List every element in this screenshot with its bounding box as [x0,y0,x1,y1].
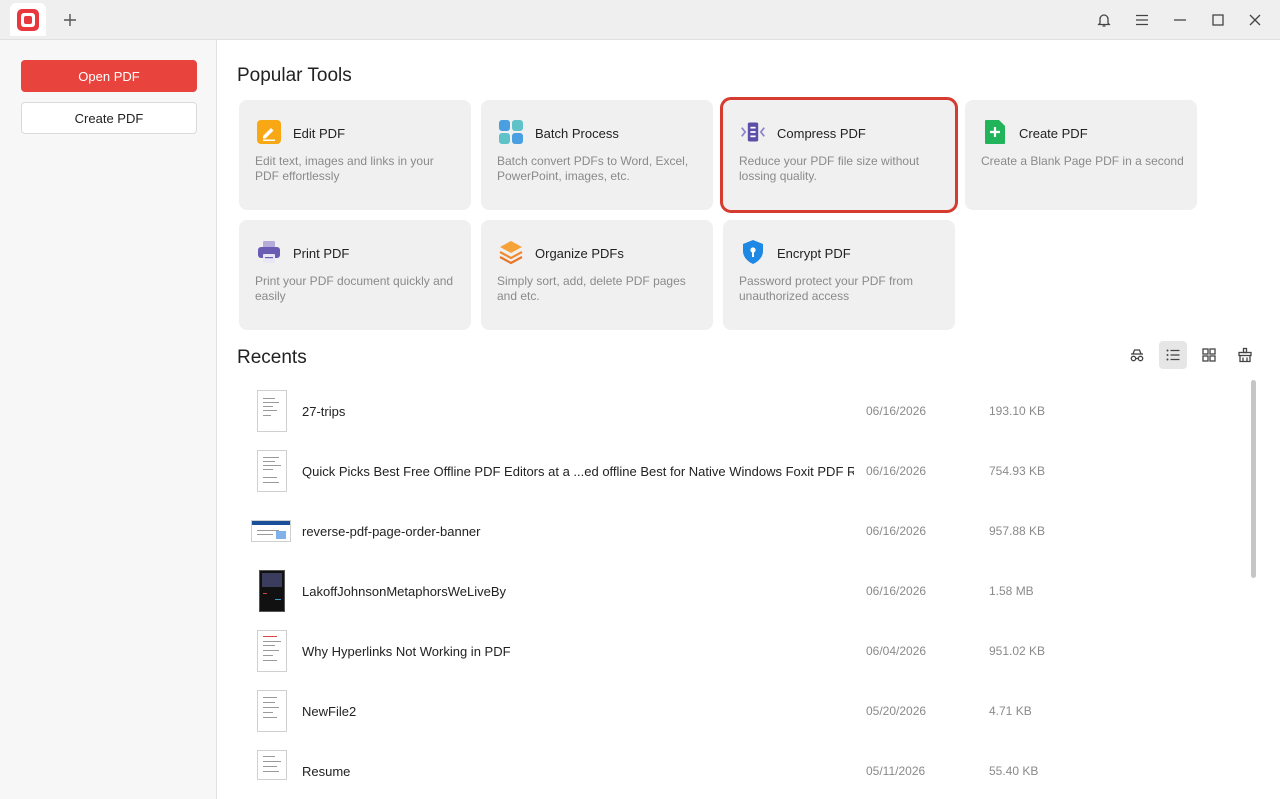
file-size: 754.93 KB [989,464,1046,478]
compress-icon [740,119,766,145]
file-name: reverse-pdf-page-order-banner [302,524,481,539]
main-content: Popular Tools Edit PDF Edit text, images… [218,40,1280,799]
popular-tools-title: Popular Tools [237,65,352,86]
tool-name: Batch Process [535,126,619,141]
file-thumbnail [259,570,285,612]
recent-file-row[interactable]: 27-trips 06/16/2026 193.10 KB [238,390,1238,450]
tool-create-pdf[interactable]: Create PDF Create a Blank Page PDF in a … [965,100,1197,210]
tool-batch-process[interactable]: Batch Process Batch convert PDFs to Word… [481,100,713,210]
file-date: 05/11/2026 [866,764,926,778]
recent-file-row[interactable]: Quick Picks Best Free Offline PDF Editor… [238,450,1238,510]
file-date: 06/04/2026 [866,644,927,658]
file-size: 4.71 KB [989,704,1032,718]
file-size: 951.02 KB [989,644,1046,658]
hamburger-icon [1136,14,1148,26]
grid-view-button[interactable] [1195,341,1223,369]
tool-name: Compress PDF [777,126,866,141]
file-name: Resume [302,764,351,779]
notifications-button[interactable] [1092,8,1116,32]
recent-file-row[interactable]: Why Hyperlinks Not Working in PDF 06/04/… [238,630,1238,690]
tool-name: Create PDF [1019,126,1088,141]
tool-name: Edit PDF [293,126,346,141]
incognito-icon [1130,349,1144,362]
tool-compress-pdf[interactable]: Compress PDF Reduce your PDF file size w… [720,97,958,213]
file-name: NewFile2 [302,704,357,719]
tool-name: Encrypt PDF [777,246,851,261]
maximize-button[interactable] [1206,8,1230,32]
clear-recents-button[interactable] [1231,341,1259,369]
print-icon [256,239,282,265]
tool-name: Organize PDFs [535,246,624,261]
file-size: 55.40 KB [989,764,1039,778]
tool-description: Print your PDF document quickly and easi… [255,274,454,303]
list-view-button[interactable] [1159,341,1187,369]
tool-description: Reduce your PDF file size without lossin… [739,154,920,183]
recent-file-row[interactable]: reverse-pdf-page-order-banner 06/16/2026… [238,510,1238,570]
close-button[interactable] [1243,8,1267,32]
tool-encrypt-pdf[interactable]: Encrypt PDF Password protect your PDF fr… [723,220,955,330]
grid-view-icon [1202,348,1216,362]
sidebar: Open PDF Create PDF [0,40,217,799]
file-name: LakoffJohnsonMetaphorsWeLiveBy [302,584,507,599]
file-thumbnail [257,690,287,732]
file-name: Quick Picks Best Free Offline PDF Editor… [302,464,854,479]
file-thumbnail [257,750,287,780]
file-size: 957.88 KB [989,524,1046,538]
file-name: 27-trips [302,404,346,419]
file-date: 06/16/2026 [866,524,927,538]
minimize-button[interactable] [1168,8,1192,32]
recent-file-row[interactable]: NewFile2 05/20/2026 4.71 KB [238,690,1238,750]
tool-name: Print PDF [293,246,350,261]
list-view-icon [1166,349,1180,361]
file-thumbnail [251,520,291,542]
app-tab[interactable] [10,3,46,36]
recents-title: Recents [237,347,307,368]
menu-button[interactable] [1130,8,1154,32]
bell-icon [1097,14,1111,27]
file-date: 06/16/2026 [866,584,927,598]
recents-scrollbar[interactable] [1251,380,1256,578]
tool-description: Password protect your PDF from unauthori… [739,274,914,303]
file-thumbnail [257,390,287,432]
broom-icon [1238,347,1252,363]
create-pdf-button[interactable]: Create PDF [21,102,197,134]
incognito-view-button[interactable] [1123,341,1151,369]
tool-description: Simply sort, add, delete PDF pages and e… [497,274,686,303]
file-size: 193.10 KB [989,404,1046,418]
file-size: 1.58 MB [989,584,1034,598]
batch-icon [498,119,524,145]
tool-edit-pdf[interactable]: Edit PDF Edit text, images and links in … [239,100,471,210]
tool-description: Batch convert PDFs to Word, Excel, Power… [497,154,689,183]
encrypt-icon [740,239,766,265]
new-tab-button[interactable] [58,8,82,32]
edit-icon [256,119,282,145]
file-thumbnail [257,450,287,492]
file-thumbnail [257,630,287,672]
file-name: Why Hyperlinks Not Working in PDF [302,644,511,659]
tool-description: Edit text, images and links in your PDF … [255,154,434,183]
app-logo-icon [17,8,39,31]
title-bar [0,0,1280,40]
plus-icon [64,14,76,26]
minimize-icon [1174,19,1186,21]
maximize-icon [1212,14,1224,26]
file-date: 06/16/2026 [866,404,927,418]
create-icon [982,119,1008,145]
tool-print-pdf[interactable]: Print PDF Print your PDF document quickl… [239,220,471,330]
recent-file-row[interactable]: Resume 05/11/2026 55.40 KB [238,750,1238,799]
organize-icon [498,239,524,265]
open-pdf-button[interactable]: Open PDF [21,60,197,92]
file-date: 06/16/2026 [866,464,927,478]
file-date: 05/20/2026 [866,704,927,718]
tool-organize-pdfs[interactable]: Organize PDFs Simply sort, add, delete P… [481,220,713,330]
recent-file-row[interactable]: LakoffJohnsonMetaphorsWeLiveBy 06/16/202… [238,570,1238,630]
tool-description: Create a Blank Page PDF in a second [981,154,1184,168]
close-icon [1249,14,1261,26]
